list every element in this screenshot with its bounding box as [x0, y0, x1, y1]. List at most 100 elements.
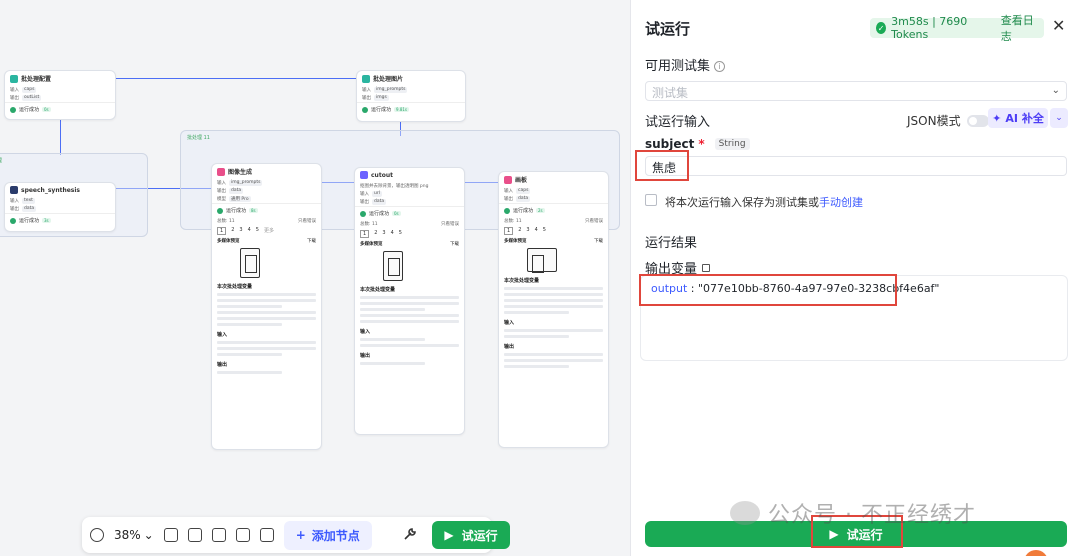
row-tag: data — [372, 199, 387, 205]
media-thumbnail[interactable] — [240, 248, 260, 278]
save-testset-checkbox[interactable] — [645, 194, 657, 206]
text-line — [504, 335, 570, 338]
download-link[interactable]: 下载 — [307, 238, 316, 244]
row-label: 输出 — [360, 200, 369, 205]
wrench-icon[interactable] — [402, 526, 418, 542]
page-item[interactable]: 5 — [256, 227, 259, 235]
ai-fill-dropdown[interactable]: ⌄ — [1050, 108, 1068, 128]
success-icon — [504, 207, 510, 214]
page-item[interactable]: 3 — [526, 227, 529, 235]
page-item[interactable]: 2 — [374, 230, 377, 238]
zoom-select[interactable]: 38% ⌄ — [114, 528, 154, 542]
testset-select[interactable]: 测试集 ⌄ — [645, 81, 1067, 101]
page-item[interactable]: 2 — [231, 227, 234, 235]
row-tag: img_prompts — [229, 180, 263, 186]
only-errors-toggle[interactable]: 只看错误 — [585, 218, 603, 224]
json-mode-toggle[interactable]: JSON模式 — [907, 112, 989, 129]
page-item[interactable]: 5 — [399, 230, 402, 238]
view-log-link[interactable]: 查看日志 — [1001, 12, 1038, 44]
ai-fill-button[interactable]: ✦ AI 补全 — [988, 108, 1048, 128]
row-label: 输入 — [10, 88, 19, 93]
play-icon: ▶ — [444, 528, 454, 542]
success-icon — [10, 217, 16, 224]
screen-icon[interactable] — [259, 528, 274, 542]
text-line — [217, 341, 316, 344]
success-icon — [360, 210, 366, 217]
output-heading: 输出 — [360, 353, 371, 359]
chevron-down-icon: ⌄ — [1051, 85, 1060, 96]
test-run-button[interactable]: ▶ 试运行 — [432, 521, 510, 549]
copy-icon[interactable] — [702, 263, 711, 272]
text-line — [504, 299, 603, 302]
page-item[interactable]: 1 — [217, 227, 227, 235]
page-item[interactable]: 5 — [543, 227, 546, 235]
plus-icon: + — [295, 528, 306, 542]
node-image-generation[interactable]: 图像生成 输入 img_prompts 输出 data 模型 通用 Pro 运行成功 8… — [211, 163, 322, 450]
media-thumbnail[interactable] — [383, 251, 403, 281]
total-count: 总数: 11 — [360, 222, 378, 227]
status-text: 运行成功 — [369, 211, 390, 217]
text-line — [217, 317, 316, 320]
text-line — [217, 323, 283, 326]
text-line — [504, 287, 603, 290]
time-badge: 0s — [392, 211, 401, 216]
only-errors-toggle[interactable]: 只看错误 — [441, 221, 459, 227]
row-tag: url — [372, 191, 382, 197]
highlight-box — [639, 274, 897, 306]
node-canvas-board[interactable]: 画板 输入 caps 输出 data 运行成功 2s 总数: 11 只看错误 12345… — [498, 171, 609, 448]
row-tag: data — [229, 188, 244, 194]
media-thumbnail[interactable] — [527, 248, 557, 273]
workflow-canvas[interactable]: 批处理 11 理 批处理配置 输入caps 输出outList 运行成功0s 批… — [0, 0, 630, 556]
mouse-icon[interactable] — [90, 528, 104, 542]
download-link[interactable]: 下载 — [450, 241, 459, 247]
page-item[interactable]: 1 — [504, 227, 514, 235]
input-heading: 输入 — [217, 332, 228, 338]
node-title: 批处理配置 — [21, 76, 52, 83]
check-icon: ✓ — [876, 22, 887, 34]
page-item[interactable]: 3 — [382, 230, 385, 238]
page-more[interactable]: 更多 — [264, 227, 274, 235]
time-badge: 9.81s — [394, 107, 410, 112]
text-line — [360, 320, 459, 323]
row-label: 模型 — [217, 197, 226, 202]
node-speech-synthesis[interactable]: speech_synthesis 输入 text 输出 data 运行成功 3s — [4, 182, 116, 232]
node-cutout[interactable]: cutout 抠图并去除背景，输出透明图 png 输入 url 输出 data 运行… — [354, 167, 465, 435]
test-run-label: 试运行 — [461, 528, 498, 543]
comment-icon[interactable] — [163, 528, 178, 542]
subject-name: subject — [645, 137, 695, 151]
minimap-icon[interactable] — [187, 528, 202, 542]
page-item[interactable]: 4 — [535, 227, 538, 235]
status-text: 运行成功 — [19, 218, 40, 224]
add-node-button[interactable]: + 添加节点 — [283, 520, 372, 550]
highlight-box — [635, 150, 689, 181]
subject-input[interactable]: 焦虑 — [645, 156, 1067, 176]
row-label: 输出 — [362, 96, 371, 101]
watermark: 公众号 · 不正经绣才 — [730, 497, 976, 529]
node-icon — [10, 186, 18, 194]
page-item[interactable]: 2 — [518, 227, 521, 235]
node-batch-config[interactable]: 批处理配置 输入 caps 输出 outList 运行成功 0s — [4, 70, 116, 120]
only-errors-toggle[interactable]: 只看错误 — [298, 218, 316, 224]
manual-create-link[interactable]: 手动创建 — [819, 196, 863, 209]
text-line — [360, 314, 459, 317]
page-item[interactable]: 4 — [248, 227, 251, 235]
toggle-switch[interactable] — [966, 114, 989, 127]
text-line — [360, 302, 459, 305]
node-title: 批处理图片 — [373, 76, 404, 83]
node-title: speech_synthesis — [21, 186, 80, 194]
status-text: 运行成功 — [19, 107, 40, 113]
text-line — [217, 293, 316, 296]
download-link[interactable]: 下载 — [594, 238, 603, 244]
page-item[interactable]: 1 — [360, 230, 370, 238]
row-label: 输入 — [10, 199, 19, 204]
node-batch-images[interactable]: 批处理图片 输入 img_prompts 输出 imgs 运行成功 9.81s — [356, 70, 466, 122]
node-title: 画板 — [515, 177, 528, 184]
add-node-label: 添加节点 — [311, 528, 360, 543]
close-icon[interactable]: ✕ — [1052, 16, 1065, 35]
node-icon — [504, 175, 512, 184]
image-icon[interactable] — [235, 528, 250, 542]
page-item[interactable]: 4 — [391, 230, 394, 238]
page-item[interactable]: 3 — [239, 227, 242, 235]
layout-icon[interactable] — [211, 528, 226, 542]
info-icon[interactable]: i — [714, 61, 726, 72]
